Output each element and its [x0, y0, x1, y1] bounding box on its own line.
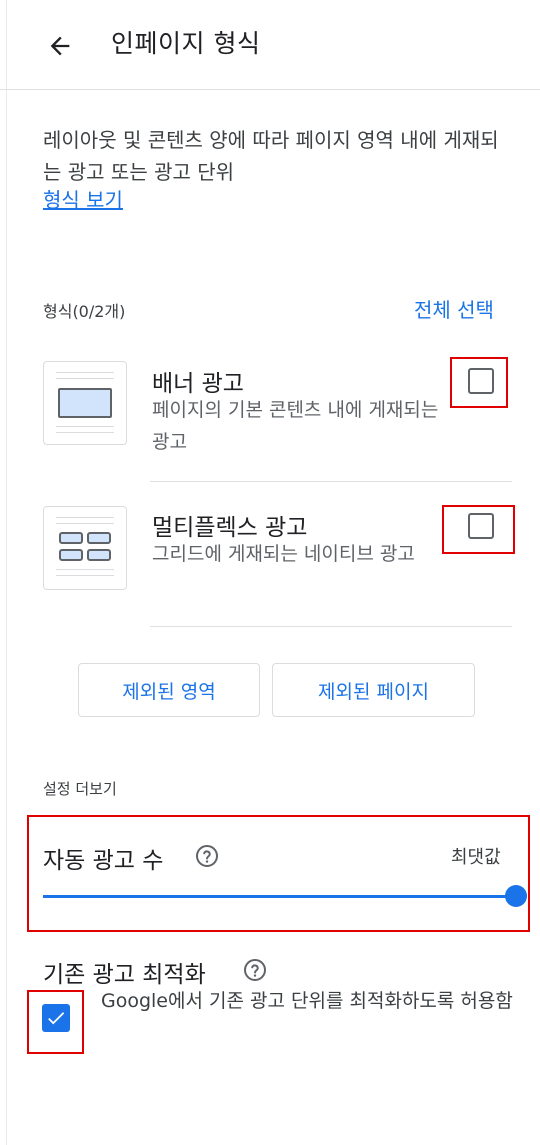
banner-ad-checkbox[interactable] — [468, 368, 494, 394]
app-bar: 인페이지 형식 — [0, 0, 540, 90]
select-all-button[interactable]: 전체 선택 — [414, 294, 494, 323]
auto-ads-slider-track[interactable] — [43, 895, 515, 898]
excluded-areas-button[interactable]: 제외된 영역 — [78, 663, 260, 717]
divider — [150, 626, 512, 627]
divider — [150, 481, 512, 482]
existing-ad-optimization-checkbox[interactable] — [42, 1004, 70, 1032]
help-icon[interactable] — [195, 844, 219, 868]
excluded-pages-button[interactable]: 제외된 페이지 — [272, 663, 475, 717]
page-title: 인페이지 형식 — [111, 29, 261, 58]
formats-count-label: 형식(0/2개) — [43, 302, 126, 321]
check-icon — [48, 1012, 65, 1025]
auto-ads-count-value: 최댓값 — [451, 847, 501, 868]
view-formats-link[interactable]: 형식 보기 — [43, 184, 123, 213]
multiplex-ad-checkbox[interactable] — [468, 513, 494, 539]
format-description: 레이아웃 및 콘텐츠 양에 따라 페이지 영역 내에 게재되는 광고 또는 광고… — [43, 128, 499, 184]
auto-ads-count-title: 자동 광고 수 — [43, 848, 164, 874]
banner-ad-description: 페이지의 기본 콘텐츠 내에 게재되는 광고 — [152, 399, 439, 453]
back-arrow-icon — [50, 36, 70, 56]
help-icon[interactable] — [243, 958, 267, 982]
banner-ad-thumbnail — [43, 361, 127, 445]
existing-ad-optimization-title: 기존 광고 최적화 — [43, 962, 206, 988]
multiplex-ad-title: 멀티플렉스 광고 — [152, 515, 308, 541]
more-settings-label: 설정 더보기 — [43, 780, 117, 798]
back-button[interactable] — [40, 26, 80, 66]
banner-ad-title: 배너 광고 — [152, 371, 244, 397]
multiplex-ad-description: 그리드에 게재되는 네이티브 광고 — [152, 543, 415, 565]
left-border — [6, 0, 7, 1145]
existing-ad-optimization-label: Google에서 기존 광고 단위를 최적화하도록 허용함 — [101, 990, 513, 1012]
auto-ads-slider-thumb[interactable] — [505, 885, 527, 907]
multiplex-ad-thumbnail — [43, 506, 127, 590]
